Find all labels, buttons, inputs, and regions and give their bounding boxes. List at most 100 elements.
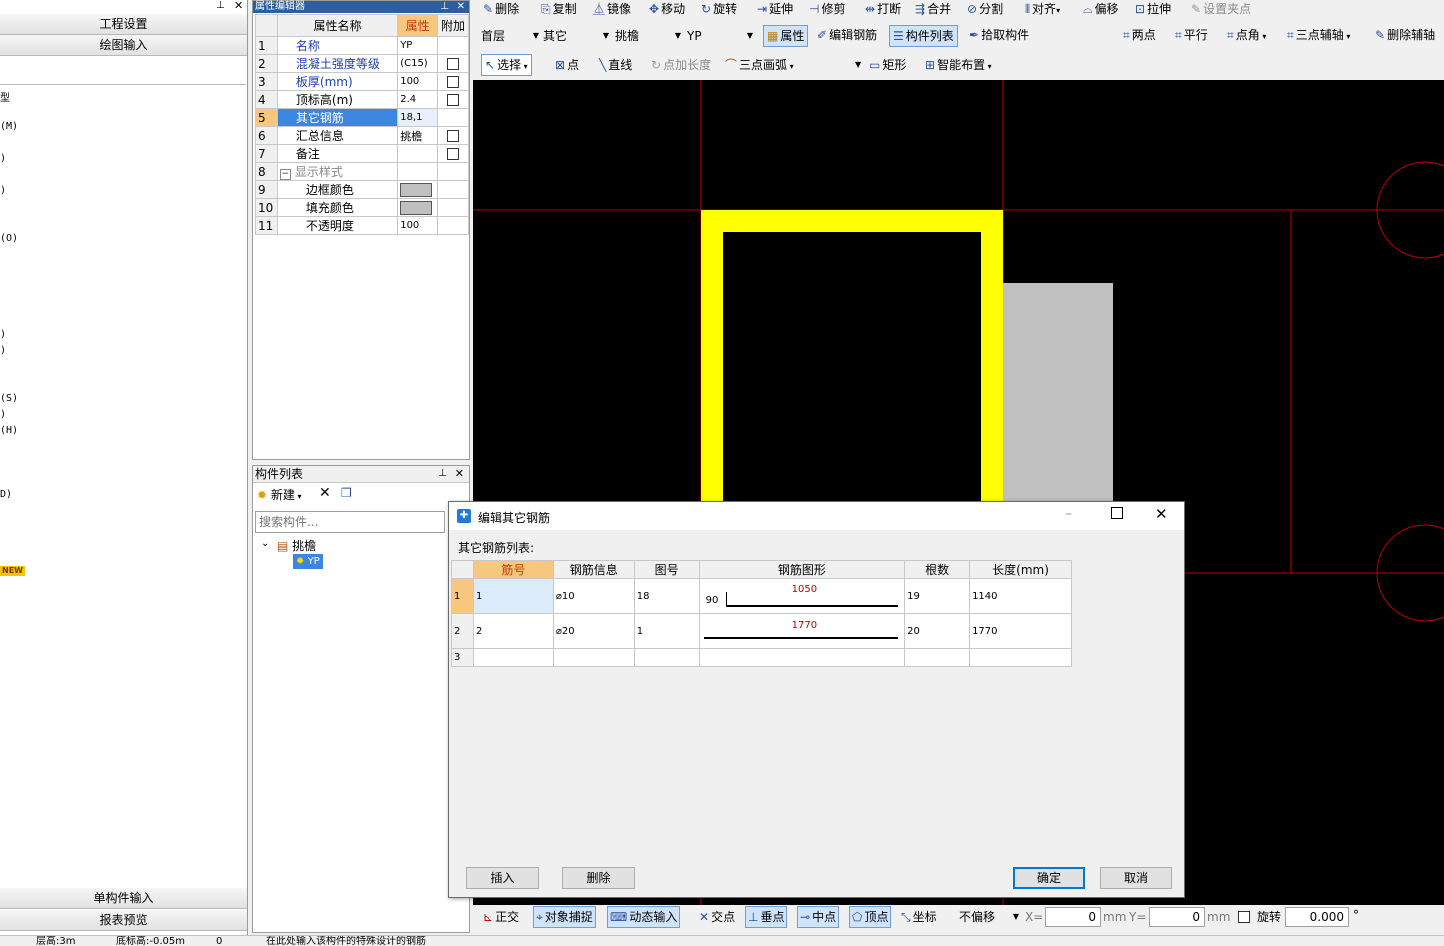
checkbox[interactable]	[447, 130, 460, 142]
offset-button[interactable]: ⌓ 偏移	[1083, 0, 1119, 18]
delete-axis-button[interactable]: ✎ 删除辅轴	[1375, 26, 1435, 44]
value-cell[interactable]	[397, 144, 439, 163]
list-item[interactable]: (H)	[0, 425, 18, 436]
checkbox[interactable]	[447, 58, 460, 70]
pick-component-button[interactable]: ✒ 拾取构件	[969, 26, 1029, 44]
tree-node-yp[interactable]: ✹ YP	[293, 554, 323, 569]
properties-button[interactable]: ▦ 属性	[763, 25, 809, 47]
mirror-button[interactable]: ⏅ 镜像	[593, 0, 631, 18]
ok-button[interactable]: 确定	[1013, 867, 1085, 889]
copy-button[interactable]: ⎘ 复制	[541, 0, 577, 18]
select-tool-button[interactable]: ↖ 选择 ▾	[481, 54, 532, 76]
intersection-snap[interactable]: ✕ 交点	[699, 908, 735, 926]
tab-drawing-input[interactable]: 绘图输入	[0, 35, 247, 56]
table-row[interactable]: 9 边框颜色	[255, 180, 469, 199]
three-point-arc-button[interactable]: ⌒ 三点画弧 ▾	[725, 56, 794, 74]
table-row[interactable]: 4 顶标高(m) 2.4	[255, 90, 469, 109]
maximize-icon[interactable]	[1111, 507, 1123, 519]
checkbox[interactable]	[447, 148, 460, 160]
split-button[interactable]: ⊘ 分割	[967, 0, 1003, 18]
tab-report-preview[interactable]: 报表预览	[0, 910, 247, 931]
y-coordinate-input[interactable]: 0	[1149, 907, 1205, 927]
align-button[interactable]: ⫴ 对齐▾	[1025, 0, 1060, 18]
midpoint-snap[interactable]: ⊸ 中点	[797, 906, 840, 928]
rebar-shape-cell[interactable]	[698, 648, 906, 667]
move-button[interactable]: ✥ 移动	[649, 0, 685, 18]
checkbox[interactable]	[447, 94, 460, 106]
table-row[interactable]: 3	[451, 648, 1072, 667]
list-item[interactable]: )	[0, 329, 6, 340]
table-row[interactable]: 1 1 ⌀10 18 90 1050 19 1140	[451, 578, 1072, 614]
smart-layout-button[interactable]: ⊞ 智能布置 ▾	[925, 56, 992, 74]
two-point-axis-button[interactable]: ⌗ 两点	[1123, 26, 1156, 44]
list-item[interactable]: )	[0, 345, 6, 356]
close-icon[interactable]: ✕	[1155, 505, 1168, 523]
point-angle-axis-button[interactable]: ⌗ 点角 ▾	[1227, 26, 1266, 44]
count-cell[interactable]: 19	[904, 578, 971, 614]
floor-select[interactable]: 首层 ▼	[481, 26, 541, 46]
count-cell[interactable]	[904, 648, 971, 667]
table-row[interactable]: 8 − 显示样式	[255, 162, 469, 181]
delete-icon[interactable]: ✕	[319, 485, 331, 501]
table-row[interactable]: 11 不透明度 100	[255, 216, 469, 235]
bar-no-cell[interactable]: 2	[472, 613, 554, 649]
dimension-label[interactable]: 1770	[792, 620, 817, 631]
table-row[interactable]: 3 板厚(mm) 100	[255, 72, 469, 91]
minimize-icon[interactable]: –	[1065, 506, 1072, 522]
eave-slab-outline[interactable]	[701, 210, 1003, 501]
list-item[interactable]: )	[0, 153, 6, 164]
rotate-angle-input[interactable]: 0.000	[1285, 907, 1349, 927]
list-item[interactable]: )	[0, 409, 6, 420]
list-item[interactable]: (M)	[0, 121, 18, 132]
list-item[interactable]: (O)	[0, 233, 18, 244]
dimension-label[interactable]: 1050	[792, 584, 817, 595]
bar-no-cell[interactable]	[472, 648, 554, 667]
ortho-toggle[interactable]: ⊾ 正交	[483, 908, 519, 926]
type-select[interactable]: 挑檐 ▼	[615, 26, 683, 46]
category-select[interactable]: 其它 ▼	[543, 26, 611, 46]
three-point-axis-button[interactable]: ⌗ 三点辅轴 ▾	[1287, 26, 1350, 44]
rebar-shape-cell[interactable]: 90 1050	[698, 578, 906, 614]
table-row[interactable]: 7 备注	[255, 144, 469, 163]
rebar-info-cell[interactable]	[552, 648, 635, 667]
component-select[interactable]: YP ▼	[687, 26, 755, 46]
tree-expand-icon[interactable]: ⌄	[261, 538, 269, 549]
rotate-checkbox[interactable]	[1238, 911, 1250, 923]
list-item[interactable]: D)	[0, 489, 12, 500]
arc-dropdown[interactable]: ▼	[855, 56, 861, 74]
collapse-icon[interactable]: −	[279, 169, 291, 180]
tab-single-component-input[interactable]: 单构件输入	[0, 888, 247, 909]
border-color-swatch[interactable]	[400, 182, 433, 197]
table-row[interactable]: 2 2 ⌀20 1 1770 20 1770	[451, 613, 1072, 649]
fill-color-swatch[interactable]	[400, 200, 433, 215]
extend-button[interactable]: ⇥ 延伸	[757, 0, 793, 18]
pin-icon[interactable]: ⊥	[438, 466, 447, 482]
table-row[interactable]: 2 混凝土强度等级 (C15)	[255, 54, 469, 73]
point-length-tool-button[interactable]: ↻ 点加长度	[651, 56, 711, 74]
parallel-axis-button[interactable]: ⌗ 平行	[1175, 26, 1208, 44]
vertex-snap[interactable]: ⬠ 顶点	[849, 906, 892, 928]
rectangle-tool-button[interactable]: ▭ 矩形	[869, 56, 906, 74]
value-cell[interactable]: YP	[397, 36, 439, 55]
set-grip-button[interactable]: ✎ 设置夹点	[1191, 0, 1251, 18]
gray-component-block[interactable]	[1003, 283, 1113, 513]
list-item[interactable]: 型	[0, 89, 10, 104]
value-cell[interactable]: 100	[397, 72, 439, 91]
cancel-button[interactable]: 取消	[1100, 867, 1172, 889]
pin-icon[interactable]: ⊥	[440, 1, 449, 13]
table-row[interactable]: 5 其它钢筋 18,1	[255, 108, 469, 127]
break-button[interactable]: ⇹ 打断	[865, 0, 901, 18]
tree-node-eave[interactable]: ▤ 挑檐	[277, 538, 316, 554]
value-cell[interactable]: 挑檐	[397, 126, 439, 145]
table-row[interactable]: 1 名称 YP	[255, 36, 469, 55]
list-item[interactable]: )	[0, 185, 6, 196]
shape-no-cell[interactable]	[633, 648, 700, 667]
insert-button[interactable]: 插入	[466, 867, 539, 889]
perpendicular-snap[interactable]: ⊥ 垂点	[745, 906, 788, 928]
delete-button[interactable]: 删除	[562, 867, 635, 889]
shape-no-cell[interactable]: 1	[633, 613, 700, 649]
table-row[interactable]: 6 汇总信息 挑檐	[255, 126, 469, 145]
pin-icon[interactable]: ⊥	[216, 0, 225, 11]
list-item[interactable]: (S)	[0, 393, 18, 404]
value-cell[interactable]: 2.4	[397, 90, 439, 109]
